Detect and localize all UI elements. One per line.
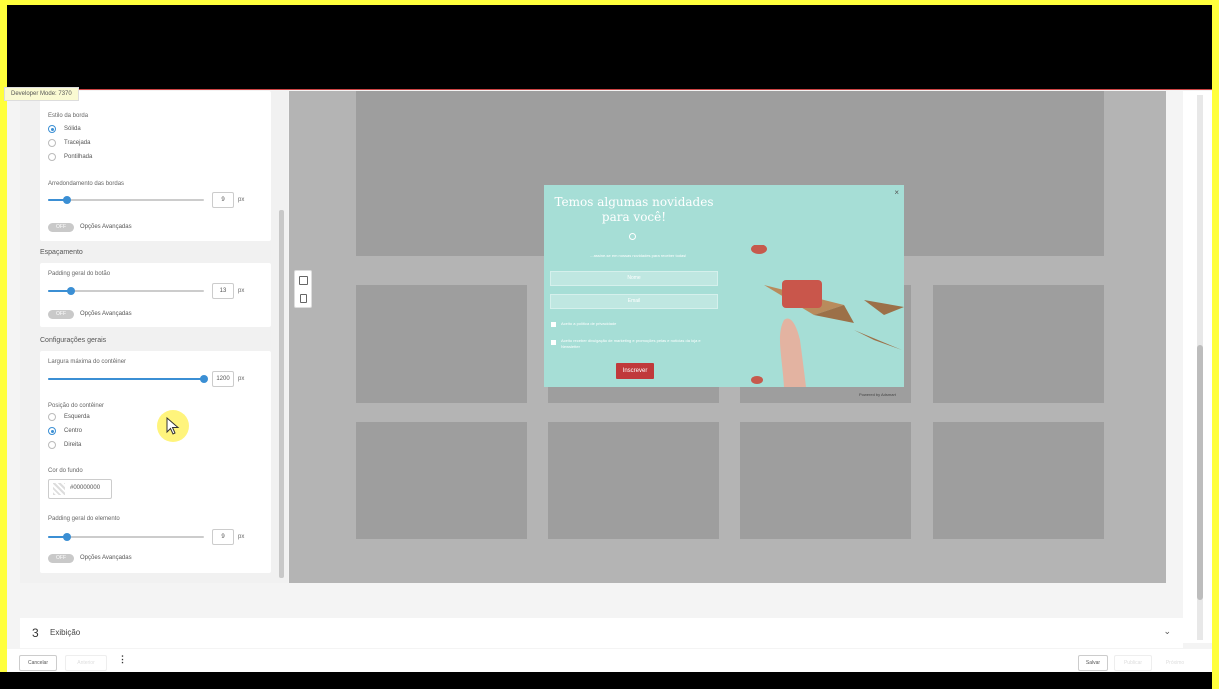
app-frame: Estilo da borda Sólida Tracejada Pontilh… <box>7 5 1212 689</box>
save-button[interactable]: Salvar <box>1078 655 1108 671</box>
container-position-label: Posição do contêiner <box>48 403 105 409</box>
spacing-section-title: Espaçamento <box>40 249 83 256</box>
privacy-label: Aceito a política de privacidade <box>561 321 617 326</box>
name-field[interactable]: Nome <box>550 271 718 286</box>
bg-color-label: Cor do fundo <box>48 468 83 474</box>
preview-tile <box>933 422 1104 539</box>
email-field[interactable]: Email <box>550 294 718 309</box>
max-width-slider[interactable] <box>48 375 208 383</box>
popup-subtitle: …assine-se em nossas novidades para rece… <box>589 253 687 258</box>
settings-panel: Estilo da borda Sólida Tracejada Pontilh… <box>20 91 288 583</box>
radio-right[interactable] <box>48 441 56 449</box>
desktop-icon[interactable] <box>299 276 308 285</box>
border-radius-label: Arredondamento das bordas <box>48 181 125 187</box>
video-letterbox-top <box>7 5 1212 90</box>
radio-dashed-label: Tracejada <box>64 140 91 146</box>
button-padding-unit: px <box>238 288 245 294</box>
mouse-pointer-icon <box>166 417 180 435</box>
device-switcher <box>294 270 312 308</box>
close-icon[interactable]: × <box>894 188 899 197</box>
element-padding-label: Padding geral do elemento <box>48 516 120 522</box>
paper-plane-photo <box>751 245 904 387</box>
bg-color-value: #00000000 <box>70 485 101 491</box>
transparent-swatch-icon <box>53 483 65 495</box>
newsletter-popup: Temos algumas novidades para você! …assi… <box>544 185 904 387</box>
advanced-toggle-3[interactable]: OFF <box>48 554 74 563</box>
radio-dashed[interactable] <box>48 139 56 147</box>
radio-dotted[interactable] <box>48 153 56 161</box>
marketing-checkbox[interactable] <box>551 340 556 345</box>
bg-color-picker[interactable]: #00000000 <box>48 479 112 499</box>
radio-right-label: Direita <box>64 442 82 448</box>
powered-by-label: Powered by Adsmart <box>859 392 896 397</box>
next-button[interactable]: Próximo <box>1157 655 1193 671</box>
previous-button[interactable]: Anterior <box>65 655 107 671</box>
radio-solid-label: Sólida <box>64 126 81 132</box>
max-width-input[interactable]: 1200 <box>212 371 234 387</box>
popup-title: Temos algumas novidades para você! <box>554 195 714 224</box>
marketing-label: Aceito receber divulgação de marketing e… <box>561 338 701 349</box>
slider-knob[interactable] <box>62 533 71 541</box>
advanced-options-label-2: Opções Avançadas <box>80 311 132 317</box>
advanced-options-label-3: Opções Avançadas <box>80 555 132 561</box>
cursor-highlight <box>157 410 189 442</box>
slider-knob[interactable] <box>200 375 208 383</box>
border-settings-card: Estilo da borda Sólida Tracejada Pontilh… <box>40 91 271 241</box>
element-padding-unit: px <box>238 534 245 540</box>
popup-circle-icon <box>629 233 636 240</box>
element-padding-slider[interactable] <box>48 533 204 541</box>
button-padding-input[interactable]: 13 <box>212 283 234 299</box>
max-width-unit: px <box>238 376 245 382</box>
general-card: Largura máxima do contêiner 1200 px Posi… <box>40 351 271 573</box>
button-padding-label: Padding geral do botão <box>48 271 111 277</box>
element-padding-input[interactable]: 9 <box>212 529 234 545</box>
radio-center[interactable] <box>48 427 56 435</box>
mobile-icon[interactable] <box>300 294 307 303</box>
subscribe-button[interactable]: Inscrever <box>616 363 654 379</box>
button-padding-slider[interactable] <box>48 287 204 295</box>
step-name: Exibição <box>50 628 81 637</box>
advanced-options-label-1: Opções Avançadas <box>80 224 132 230</box>
radio-left-label: Esquerda <box>64 414 90 420</box>
slider-fill <box>48 378 204 380</box>
border-radius-slider[interactable] <box>48 196 204 204</box>
general-section-title: Configurações gerais <box>40 337 107 344</box>
spacing-card: Padding geral do botão 13 px OFF Opções … <box>40 263 271 327</box>
settings-scrollbar[interactable] <box>279 210 284 578</box>
slider-knob[interactable] <box>67 287 76 295</box>
border-style-label: Estilo da borda <box>48 113 89 119</box>
max-width-label: Largura máxima do contêiner <box>48 359 127 365</box>
preview-tile <box>356 285 527 403</box>
page-scrollbar-thumb[interactable] <box>1197 345 1203 600</box>
advanced-toggle-2[interactable]: OFF <box>48 310 74 319</box>
step-number: 3 <box>32 626 39 640</box>
preview-tile <box>548 422 719 539</box>
chevron-down-icon[interactable]: ⌄ <box>1163 626 1171 637</box>
radio-center-label: Centro <box>64 428 83 434</box>
publish-button[interactable]: Publicar <box>1114 655 1152 671</box>
preview-tile <box>740 422 911 539</box>
developer-mode-badge: Developer Mode: 7370 <box>4 87 79 101</box>
radio-left[interactable] <box>48 413 56 421</box>
radio-dotted-label: Pontilhada <box>64 154 93 160</box>
radio-solid[interactable] <box>48 125 56 133</box>
more-options-icon[interactable]: ⋮ <box>118 654 127 665</box>
slider-knob[interactable] <box>62 196 71 204</box>
privacy-checkbox[interactable] <box>551 322 556 327</box>
border-radius-input[interactable]: 9 <box>212 192 234 208</box>
border-radius-unit: px <box>238 197 245 203</box>
advanced-toggle-1[interactable]: OFF <box>48 223 74 232</box>
video-letterbox-bottom <box>0 672 1212 689</box>
step-exibicao[interactable]: 3 Exibição ⌄ <box>20 618 1183 648</box>
cancel-button[interactable]: Cancelar <box>19 655 57 671</box>
preview-tile <box>356 422 527 539</box>
preview-tile <box>933 285 1104 403</box>
